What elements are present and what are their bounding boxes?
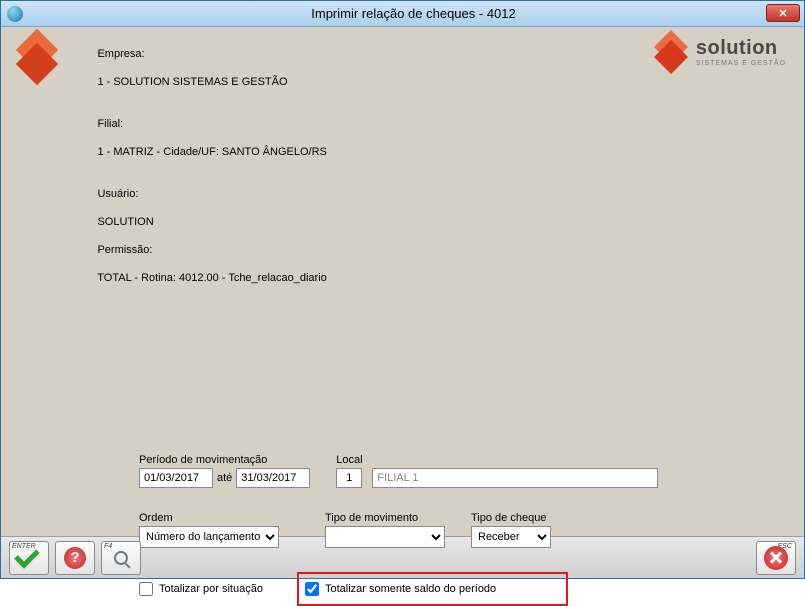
chk-saldo-label: Totalizar somente saldo do período — [325, 583, 496, 595]
app-icon — [7, 6, 23, 22]
chk-situacao-input[interactable] — [139, 582, 153, 596]
permissao-label: Permissão: — [97, 244, 152, 256]
periodo-label: Período de movimentação — [139, 454, 310, 466]
tipo-cheque-label: Tipo de cheque — [471, 512, 551, 524]
filial-label: Filial: — [97, 118, 123, 130]
tipo-mov-select[interactable] — [325, 526, 445, 548]
confirm-button[interactable]: ENTER — [9, 541, 49, 575]
close-icon: ✕ — [778, 7, 787, 20]
tipo-cheque-field: Tipo de cheque Receber — [471, 512, 551, 548]
chk-situacao[interactable]: Totalizar por situação — [139, 572, 263, 606]
local-field: Local — [336, 454, 658, 488]
highlight-box: Totalizar somente saldo do período — [297, 572, 568, 606]
magnifier-icon — [114, 551, 128, 565]
content-area: Período de movimentação até Local — [1, 309, 804, 536]
titlebar: Imprimir relação de cheques - 4012 ✕ — [1, 1, 804, 27]
empresa-value: 1 - SOLUTION SISTEMAS E GESTÃO — [97, 76, 287, 88]
brand-name: solution — [696, 37, 786, 60]
help-button[interactable]: ? — [55, 541, 95, 575]
brand: solution SISTEMAS E GESTÃO — [654, 35, 786, 69]
tipo-mov-field: Tipo de movimento — [325, 512, 445, 548]
permissao-value: TOTAL - Rotina: 4012.00 - Tche_relacao_d… — [97, 272, 327, 284]
periodo-ate-input[interactable] — [236, 468, 310, 488]
local-label: Local — [336, 454, 658, 466]
brand-tagline: SISTEMAS E GESTÃO — [696, 60, 786, 67]
periodo-field: Período de movimentação até — [139, 454, 310, 488]
app-window: Imprimir relação de cheques - 4012 ✕ Emp… — [0, 0, 805, 579]
local-id-input[interactable] — [336, 468, 362, 488]
close-button[interactable]: ✕ — [766, 4, 800, 22]
periodo-de-input[interactable] — [139, 468, 213, 488]
window-title: Imprimir relação de cheques - 4012 — [23, 6, 804, 21]
search-button[interactable]: F4 — [101, 541, 141, 575]
filial-value: 1 - MATRIZ - Cidade/UF: SANTO ÂNGELO/RS — [97, 146, 326, 158]
periodo-ate-label: até — [217, 472, 232, 484]
header-meta: Empresa: 1 - SOLUTION SISTEMAS E GESTÃO … — [73, 33, 654, 299]
brand-logo-icon — [654, 35, 688, 69]
empresa-label: Empresa: — [97, 48, 144, 60]
search-tag: F4 — [104, 543, 112, 550]
ordem-select[interactable]: Número do lançamento — [139, 526, 279, 548]
ordem-label: Ordem — [139, 512, 279, 524]
chk-saldo[interactable]: Totalizar somente saldo do período — [305, 582, 496, 596]
usuario-label: Usuário: — [97, 188, 138, 200]
tipo-cheque-select[interactable]: Receber — [471, 526, 551, 548]
header: Empresa: 1 - SOLUTION SISTEMAS E GESTÃO … — [1, 27, 804, 309]
help-icon: ? — [64, 547, 86, 569]
app-logo-icon — [15, 35, 59, 79]
chk-situacao-label: Totalizar por situação — [159, 583, 263, 595]
local-name-input[interactable] — [372, 468, 658, 488]
cancel-icon — [764, 546, 788, 570]
chk-saldo-input[interactable] — [305, 582, 319, 596]
tipo-mov-label: Tipo de movimento — [325, 512, 445, 524]
form: Período de movimentação até Local — [139, 454, 679, 606]
cancel-button[interactable]: ESC — [756, 541, 796, 575]
usuario-value: SOLUTION — [97, 216, 153, 228]
ordem-field: Ordem Número do lançamento — [139, 512, 279, 548]
